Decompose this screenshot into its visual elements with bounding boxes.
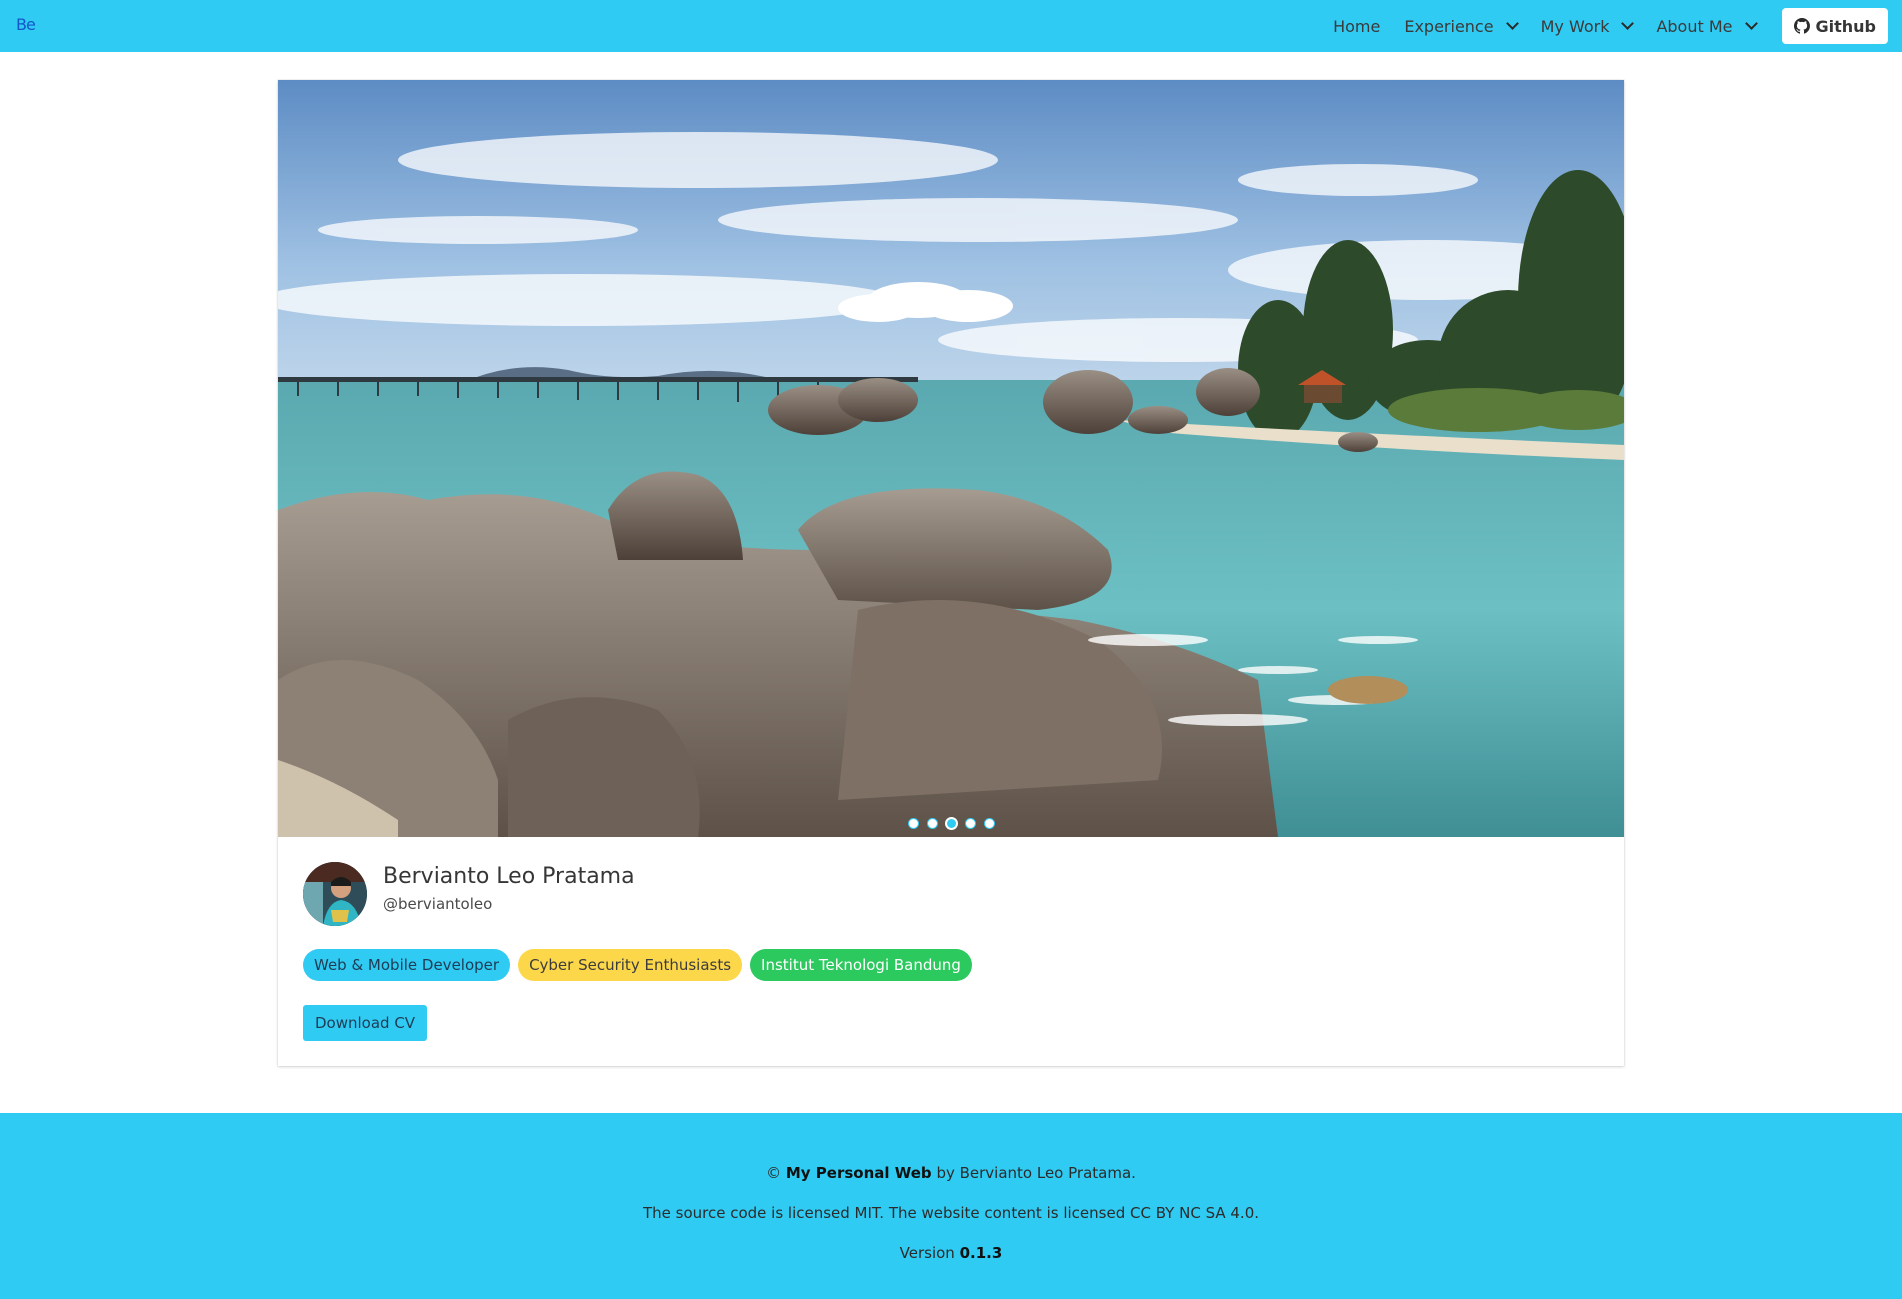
footer-version: Version 0.1.3 [0, 1244, 1902, 1262]
footer: © My Personal Web by Bervianto Leo Prata… [0, 1113, 1902, 1299]
navbar: Be Home Experience My Work About Me Gith… [0, 0, 1902, 52]
github-button-label: Github [1815, 16, 1877, 36]
profile-name: Bervianto Leo Pratama [383, 864, 635, 889]
navbar-menu: Home Experience My Work About Me Github [1321, 0, 1888, 52]
nav-about-me-label: About Me [1656, 16, 1733, 36]
footer-site-name: My Personal Web [785, 1164, 932, 1182]
nav-home[interactable]: Home [1321, 0, 1392, 52]
avatar [303, 862, 367, 926]
chevron-down-icon [1621, 17, 1635, 30]
nav-experience-label: Experience [1404, 16, 1494, 36]
github-icon [1793, 18, 1810, 34]
avatar-photo [303, 862, 367, 926]
nav-home-label: Home [1333, 16, 1381, 36]
nav-about-me-dropdown[interactable]: About Me [1644, 0, 1767, 52]
footer-copyright: © My Personal Web by Bervianto Leo Prata… [0, 1164, 1902, 1182]
nav-experience-dropdown[interactable]: Experience [1392, 0, 1528, 52]
profile-card: Bervianto Leo Pratama @berviantoleo Web … [278, 80, 1624, 1066]
profile-handle: @berviantoleo [383, 895, 493, 913]
chevron-down-icon [1505, 17, 1519, 30]
footer-license: The source code is licensed MIT. The web… [642, 1204, 1260, 1222]
beach-landscape-image [278, 80, 1624, 837]
footer-version-label: Version [899, 1244, 955, 1262]
footer-version-value: 0.1.3 [959, 1244, 1003, 1262]
nav-my-work-dropdown[interactable]: My Work [1529, 0, 1645, 52]
carousel-dot[interactable] [926, 818, 938, 829]
profile-tags: Web & Mobile Developer Cyber Security En… [303, 949, 972, 981]
tag-cyber-security: Cyber Security Enthusiasts [518, 949, 743, 981]
chevron-down-icon [1744, 17, 1758, 30]
copyright-symbol: © [766, 1164, 782, 1182]
footer-by-text: by Bervianto Leo Pratama. [936, 1164, 1136, 1182]
brand-logo[interactable]: Be [16, 15, 36, 34]
download-cv-button[interactable]: Download CV [303, 1005, 428, 1041]
tag-itb: Institut Teknologi Bandung [750, 949, 972, 981]
carousel-indicators [278, 818, 1624, 829]
carousel-dot[interactable] [907, 818, 919, 829]
github-button[interactable]: Github [1781, 8, 1888, 44]
nav-my-work-label: My Work [1540, 16, 1610, 36]
carousel-dot[interactable] [983, 818, 995, 829]
hero-carousel[interactable] [278, 80, 1624, 837]
carousel-dot[interactable] [945, 818, 957, 829]
carousel-dot[interactable] [964, 818, 976, 829]
tag-web-mobile-developer: Web & Mobile Developer [303, 949, 511, 981]
